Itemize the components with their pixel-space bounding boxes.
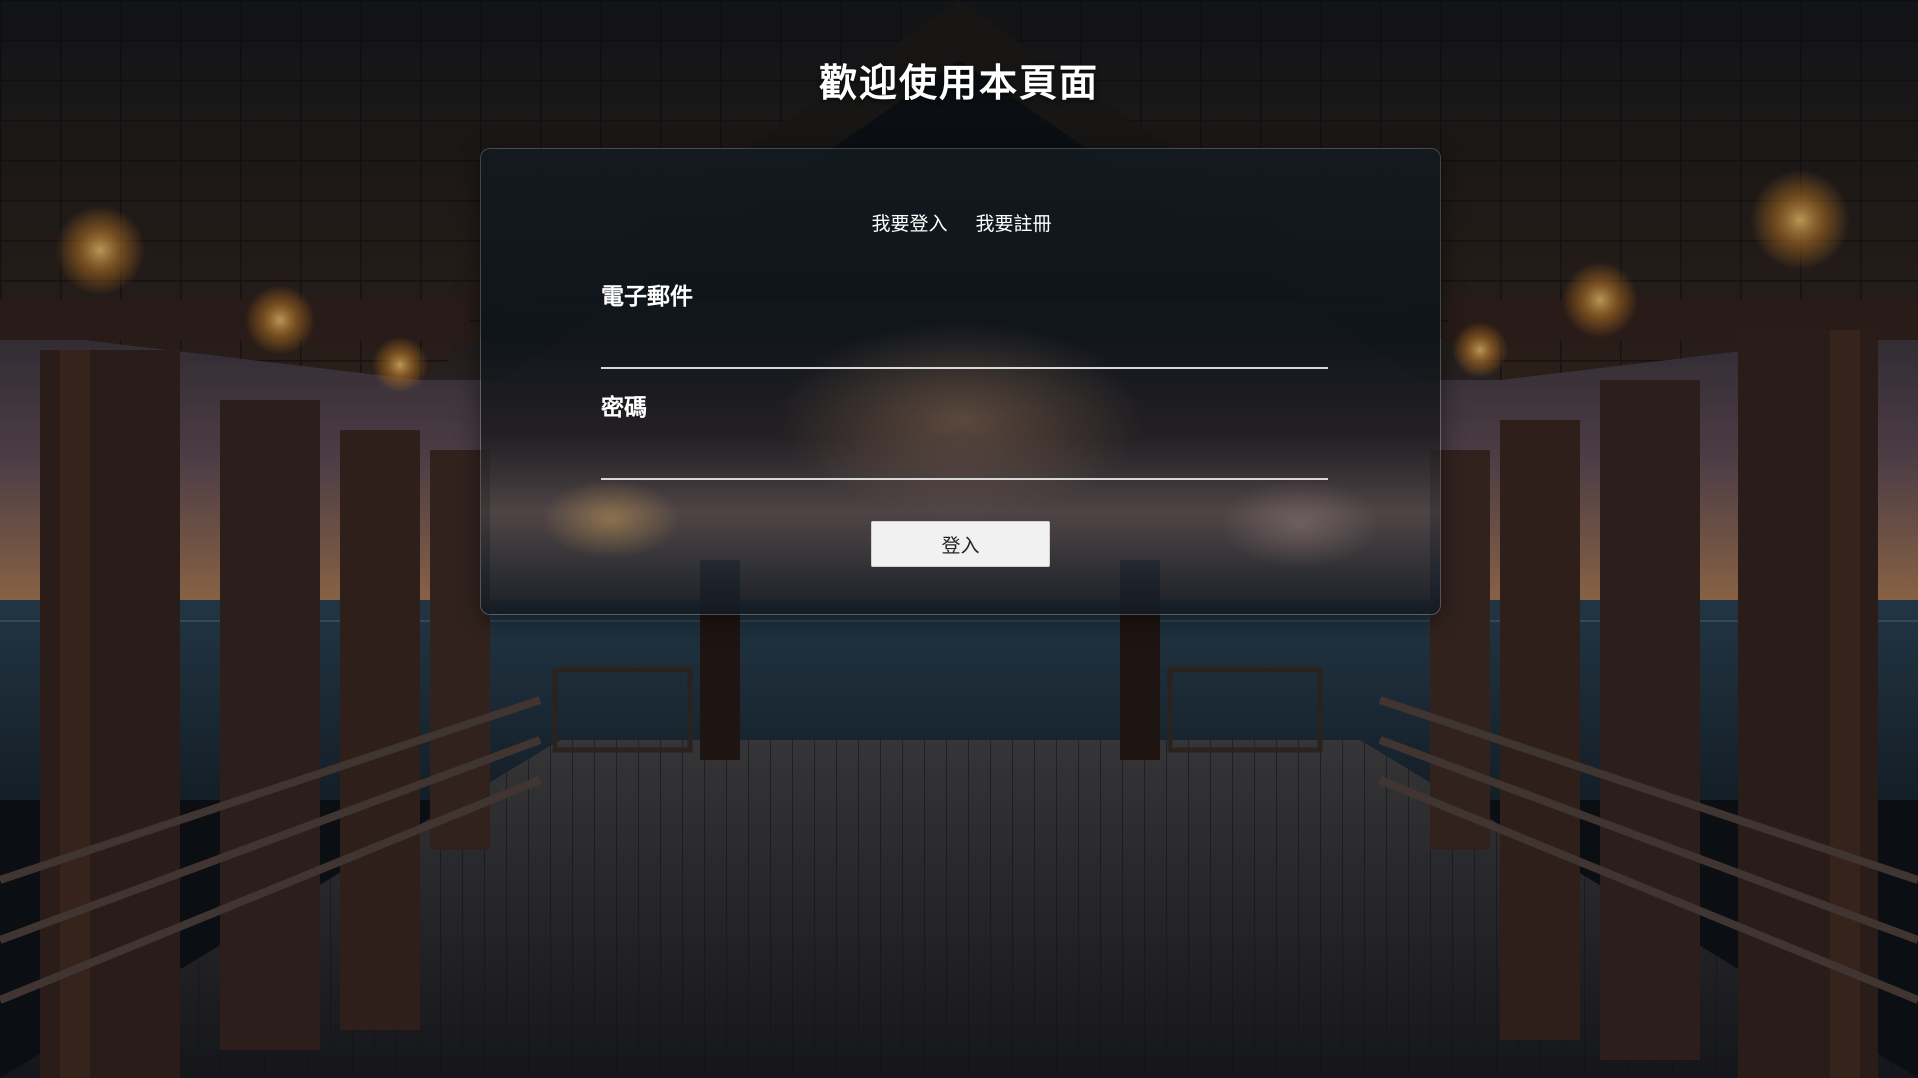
email-field[interactable] — [601, 335, 1328, 369]
tab-register[interactable]: 我要註冊 — [974, 207, 1054, 238]
login-card: 我要登入 我要註冊 電子郵件 密碼 登入 — [480, 148, 1441, 615]
password-field-group: 密碼 — [601, 388, 1328, 480]
email-field-group: 電子郵件 — [601, 277, 1328, 369]
password-field[interactable] — [601, 446, 1328, 480]
page-title: 歡迎使用本頁面 — [818, 61, 1099, 105]
login-button[interactable]: 登入 — [871, 521, 1050, 567]
email-label: 電子郵件 — [601, 284, 693, 310]
auth-tabs: 我要登入 我要註冊 — [481, 207, 1440, 238]
password-label: 密碼 — [601, 395, 647, 421]
tab-login[interactable]: 我要登入 — [869, 207, 949, 238]
